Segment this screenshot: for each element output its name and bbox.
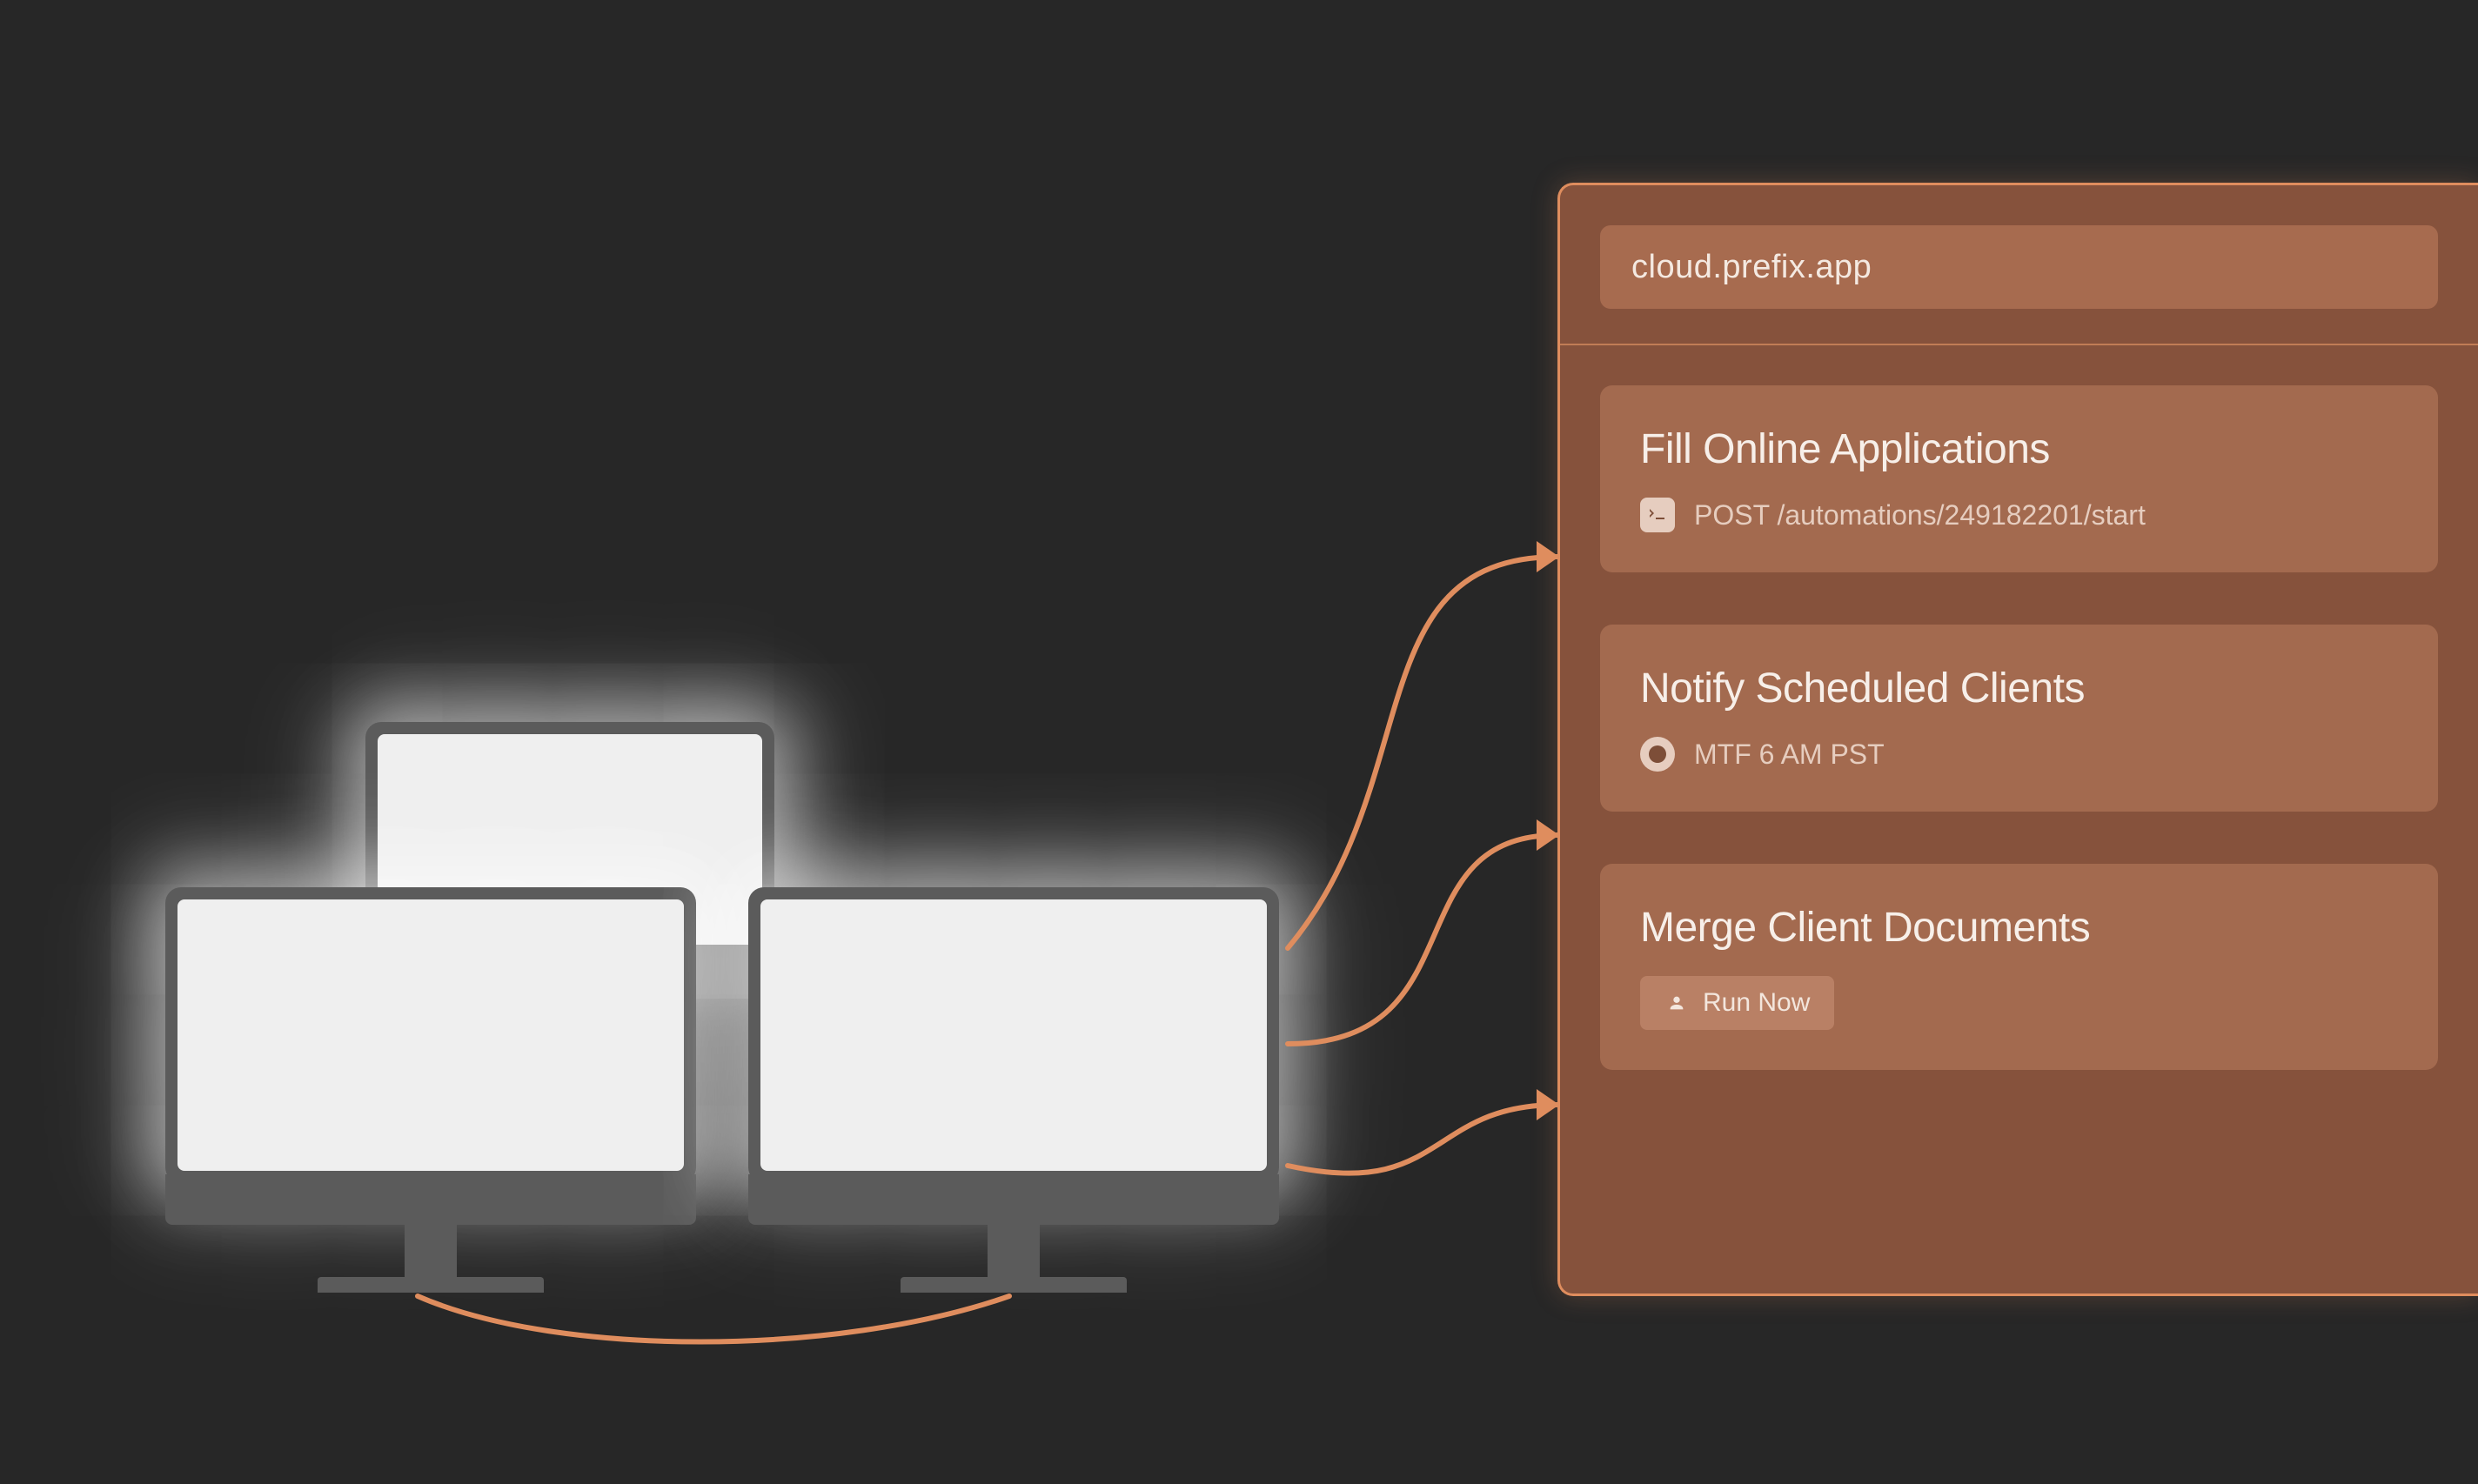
run-now-label: Run Now — [1703, 988, 1810, 1018]
automation-card-merge-documents[interactable]: Merge Client Documents Run Now — [1600, 864, 2438, 1070]
monitor-cluster — [165, 722, 1296, 1314]
automation-card-fill-applications[interactable]: Fill Online Applications POST /automatio… — [1600, 385, 2438, 572]
arrowhead-icon — [1537, 541, 1559, 572]
card-title: Fill Online Applications — [1640, 425, 2398, 473]
cloud-url-bar[interactable]: cloud.prefix.app — [1600, 225, 2438, 309]
arrowhead-icon — [1537, 819, 1559, 851]
automation-card-notify-clients[interactable]: Notify Scheduled Clients MTF 6 AM PST — [1600, 625, 2438, 812]
run-now-button[interactable]: Run Now — [1640, 976, 1834, 1030]
card-title: Notify Scheduled Clients — [1640, 665, 2398, 712]
arrowhead-icon — [1537, 1089, 1559, 1120]
monitor-right — [748, 887, 1279, 1293]
person-icon — [1664, 991, 1689, 1015]
card-meta-text: MTF 6 AM PST — [1694, 739, 1885, 771]
monitor-left — [165, 887, 696, 1293]
card-title: Merge Client Documents — [1640, 904, 2398, 952]
card-meta-text: POST /automations/249182201/start — [1694, 499, 2146, 531]
cloud-panel: cloud.prefix.app Fill Online Application… — [1557, 183, 2478, 1296]
terminal-icon — [1640, 498, 1675, 532]
clock-icon — [1640, 737, 1675, 772]
cloud-url-text: cloud.prefix.app — [1631, 249, 1872, 286]
